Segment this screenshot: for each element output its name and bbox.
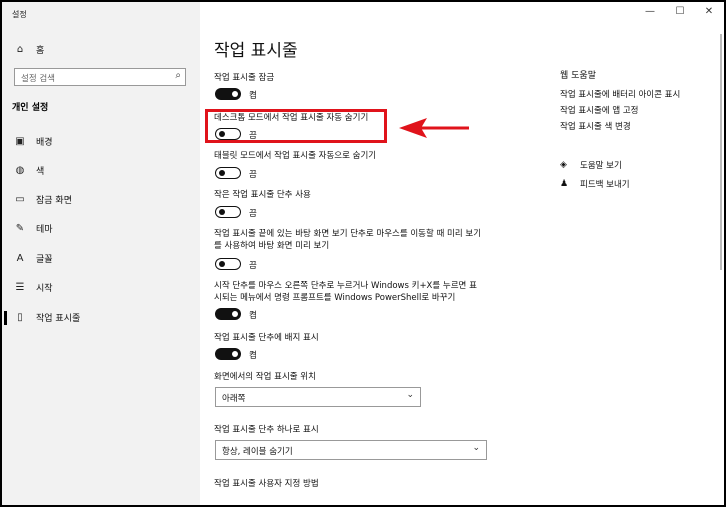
setting-badges-label: 작업 표시줄 단추에 배지 표시 [214, 333, 319, 343]
sidebar-item-label: 색 [36, 166, 45, 177]
powershell-toggle[interactable] [215, 308, 241, 320]
search-icon: ⌕ [175, 70, 181, 81]
sidebar-item-label: 테마 [36, 224, 53, 235]
sidebar-item-themes[interactable]: ✎ 테마 [12, 220, 53, 236]
get-help-label: 도움말 보기 [580, 161, 622, 171]
sidebar-item-taskbar[interactable]: ▯ 작업 표시줄 [12, 309, 80, 325]
font-icon: A [16, 252, 24, 264]
sidebar-item-label: 작업 표시줄 [36, 313, 81, 324]
lock-taskbar-toggle[interactable] [215, 88, 241, 100]
toggle-state: 끔 [249, 209, 257, 219]
sidebar-item-label: 배경 [36, 137, 53, 148]
help-link-pin-apps[interactable]: 작업 표시줄에 앱 고정 [560, 104, 639, 116]
autohide-tablet-toggle[interactable] [215, 167, 241, 179]
settings-window: 설정 ⌂ 홈 설정 검색 ⌕ 개인 설정 ▣ 배경 ◍ 색 ▭ 잠금 화면 ✎ … [2, 2, 724, 505]
feedback-link[interactable]: ♟ 피드백 보내기 [560, 178, 630, 190]
combine-label: 작업 표시줄 단추 하나로 표시 [214, 425, 319, 435]
badges-toggle[interactable] [215, 348, 241, 360]
start-icon: ☰ [15, 281, 25, 293]
close-button[interactable]: ✕ [699, 6, 719, 17]
sidebar-item-label: 시작 [36, 283, 53, 294]
sidebar-item-start[interactable]: ☰ 시작 [12, 279, 53, 295]
sidebar-item-home[interactable]: ⌂ 홈 [12, 41, 44, 57]
feedback-icon: ♟ [560, 179, 569, 189]
maximize-button[interactable]: ☐ [670, 6, 690, 17]
get-help-link[interactable]: ◈ 도움말 보기 [560, 159, 622, 171]
setting-autohide-tablet-label: 태블릿 모드에서 작업 표시줄 자동으로 숨기기 [214, 151, 377, 161]
sidebar-item-fonts[interactable]: A 글꼴 [12, 250, 53, 266]
setting-small-buttons-label: 작은 작업 표시줄 단추 사용 [214, 190, 311, 200]
toggle-state: 끔 [249, 170, 257, 180]
minimize-button[interactable]: — [640, 6, 660, 17]
peek-toggle[interactable] [215, 258, 241, 270]
highlight-box [205, 109, 387, 143]
section-heading: 개인 설정 [12, 103, 49, 113]
main-content: — ☐ ✕ 작업 표시줄 작업 표시줄 잠금 켬 데스크톱 모드에서 작업 표시… [200, 2, 724, 505]
toggle-state: 끔 [249, 261, 257, 271]
position-label: 화면에서의 작업 표시줄 위치 [214, 372, 316, 382]
page-title: 작업 표시줄 [214, 41, 298, 61]
search-placeholder: 설정 검색 [21, 74, 55, 84]
sidebar-item-label: 홈 [36, 45, 45, 56]
sidebar-item-background[interactable]: ▣ 배경 [12, 133, 53, 149]
scrollbar[interactable] [720, 34, 722, 270]
lock-screen-icon: ▭ [15, 193, 25, 205]
customize-taskbar-link[interactable]: 작업 표시줄 사용자 지정 방법 [214, 477, 319, 489]
toggle-state: 켬 [249, 91, 257, 101]
combine-value: 항상, 레이블 숨기기 [222, 447, 293, 457]
help-link-color[interactable]: 작업 표시줄 색 변경 [560, 120, 631, 132]
feedback-label: 피드백 보내기 [580, 180, 630, 190]
chat-help-icon: ◈ [560, 160, 567, 170]
web-help-heading: 웹 도움말 [560, 71, 596, 81]
toggle-state: 켬 [249, 351, 257, 361]
home-icon: ⌂ [16, 43, 24, 55]
palette-icon: ◍ [15, 164, 25, 176]
taskbar-icon: ▯ [17, 311, 23, 323]
sidebar-item-lock-screen[interactable]: ▭ 잠금 화면 [12, 191, 72, 207]
position-dropdown[interactable]: 아래쪽 ⌄ [215, 387, 421, 407]
sidebar-item-label: 글꼴 [36, 254, 53, 265]
help-link-battery[interactable]: 작업 표시줄에 배터리 아이콘 표시 [560, 88, 680, 100]
sidebar: 설정 ⌂ 홈 설정 검색 ⌕ 개인 설정 ▣ 배경 ◍ 색 ▭ 잠금 화면 ✎ … [2, 2, 200, 505]
setting-powershell-label: 시작 단추를 마우스 오른쪽 단추로 누르거나 Windows 키+X를 누르면… [214, 281, 477, 303]
setting-peek-label: 작업 표시줄 끝에 있는 바탕 화면 보기 단추로 마우스를 이동할 때 미리 … [214, 229, 482, 251]
brush-icon: ✎ [15, 222, 25, 234]
small-buttons-toggle[interactable] [215, 206, 241, 218]
sidebar-item-label: 잠금 화면 [36, 195, 72, 206]
active-indicator [4, 311, 7, 325]
sidebar-item-color[interactable]: ◍ 색 [12, 162, 45, 178]
setting-lock-taskbar-label: 작업 표시줄 잠금 [214, 73, 275, 83]
toggle-state: 켬 [249, 311, 257, 321]
picture-icon: ▣ [15, 135, 25, 147]
position-value: 아래쪽 [222, 394, 246, 404]
chevron-down-icon: ⌄ [472, 443, 480, 453]
combine-dropdown[interactable]: 항상, 레이블 숨기기 ⌄ [215, 440, 487, 460]
chevron-down-icon: ⌄ [406, 390, 414, 400]
window-title: 설정 [12, 10, 27, 19]
annotation-arrow [399, 118, 469, 138]
search-input[interactable]: 설정 검색 ⌕ [14, 68, 186, 86]
